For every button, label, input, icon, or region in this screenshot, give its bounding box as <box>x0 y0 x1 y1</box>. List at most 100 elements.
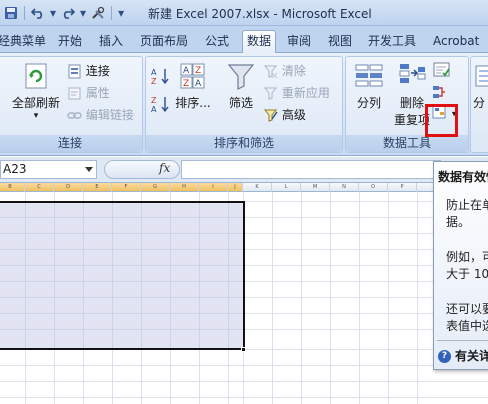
qat-separator <box>24 6 25 20</box>
data-validation-icon <box>433 62 450 77</box>
group-label-sort-filter: 排序和筛选 <box>146 135 342 152</box>
advanced-filter-icon <box>263 109 278 122</box>
save-icon[interactable] <box>2 4 20 22</box>
sort-descending-button[interactable]: ZA <box>150 95 170 113</box>
group-outline: 分 <box>470 56 488 153</box>
tab-view[interactable]: 视图 <box>328 31 352 52</box>
properties-button[interactable]: 属性 <box>67 84 110 101</box>
sort-ascending-button[interactable]: AZ <box>150 67 170 85</box>
grid-line <box>330 192 331 404</box>
column-header[interactable]: B <box>0 183 25 192</box>
refresh-all-button[interactable]: 全部刷新 ▾ <box>8 61 64 121</box>
tooltip-help-text: 有关详 <box>455 349 488 363</box>
advanced-button[interactable]: 高级 <box>263 106 306 123</box>
sort-icon: A ZZ A <box>180 63 205 89</box>
svg-text:A: A <box>195 79 202 89</box>
fill-handle[interactable] <box>241 347 246 352</box>
cell-selection-range[interactable] <box>0 201 245 350</box>
redo-icon[interactable] <box>59 4 77 22</box>
quick-access-toolbar: ▾ ▾ ▾ <box>2 3 126 23</box>
column-header[interactable]: O <box>359 183 388 192</box>
group-icon <box>475 65 488 87</box>
undo-dropdown-icon[interactable]: ▾ <box>48 4 58 22</box>
column-header[interactable]: L <box>272 183 301 192</box>
insert-function-icon[interactable]: fx <box>159 161 170 175</box>
text-to-columns-icon <box>355 64 383 87</box>
consolidate-button[interactable] <box>432 84 448 100</box>
ribbon-tabs: 经典菜单 开始 插入 页面布局 公式 数据 审阅 视图 开发工具 Acrobat <box>0 26 488 53</box>
tooltip-title: 数据有效性 <box>438 170 488 184</box>
tab-home[interactable]: 开始 <box>58 31 82 52</box>
redo-dropdown-icon[interactable]: ▾ <box>78 4 88 22</box>
consolidate-icon <box>433 86 445 98</box>
grid-line <box>388 192 389 404</box>
column-header[interactable]: D <box>54 183 83 192</box>
column-header[interactable]: N <box>330 183 359 192</box>
column-header[interactable]: F <box>112 183 141 192</box>
group-label-data-tools: 数据工具 <box>346 135 468 152</box>
connections-label: 连接 <box>85 64 110 78</box>
column-header[interactable]: J <box>228 183 243 192</box>
group-button[interactable]: 分 <box>473 61 488 111</box>
filter-button[interactable]: 筛选 <box>224 61 258 111</box>
grid-line <box>359 192 360 404</box>
tools-icon[interactable] <box>89 4 107 22</box>
tooltip-text: 大于 10 <box>446 267 488 281</box>
tab-insert[interactable]: 插入 <box>99 31 123 52</box>
sort-ascending-icon: AZ <box>151 68 169 85</box>
clear-label: 清除 <box>281 64 306 78</box>
clear-button[interactable]: 清除 <box>263 62 306 79</box>
svg-text:Z: Z <box>195 66 201 76</box>
tab-page-layout[interactable]: 页面布局 <box>140 31 188 52</box>
tab-developer[interactable]: 开发工具 <box>368 31 416 52</box>
column-header-row: B C D E F G H I J K L M N O P <box>0 183 488 192</box>
tab-data[interactable]: 数据 <box>242 30 277 53</box>
sort-button[interactable]: AZZA 排序... <box>174 61 212 111</box>
column-header[interactable]: G <box>141 183 170 192</box>
chevron-down-icon: ▾ <box>33 111 39 121</box>
remove-duplicates-icon <box>399 64 426 83</box>
name-box[interactable]: A23 <box>0 160 97 179</box>
data-validation-tooltip: 数据有效性 防止在单 据。 例如，可 大于 10 还可以要 表值中选 ? 有关详 <box>433 161 488 370</box>
connections-button[interactable]: 连接 <box>67 62 110 79</box>
column-header[interactable]: E <box>83 183 112 192</box>
group-connections: 全部刷新 ▾ 连接 属性 编辑链接 连接 <box>0 56 143 153</box>
tooltip-help-link[interactable]: ? 有关详 <box>438 347 488 364</box>
help-icon: ? <box>438 350 451 363</box>
column-header[interactable]: M <box>301 183 330 192</box>
sort-descending-icon: ZA <box>151 96 169 113</box>
column-header[interactable]: K <box>243 183 272 192</box>
worksheet-grid[interactable]: B C D E F G H I J K L M N O P <box>0 183 488 404</box>
svg-text:A: A <box>183 66 190 76</box>
data-validation-button[interactable] <box>432 60 452 80</box>
tab-acrobat[interactable]: Acrobat <box>433 31 479 52</box>
text-to-columns-label: 分列 <box>356 96 381 110</box>
svg-text:Z: Z <box>183 79 189 89</box>
filter-icon <box>227 64 255 90</box>
undo-icon[interactable] <box>29 4 47 22</box>
reapply-icon <box>263 87 278 100</box>
column-header[interactable]: P <box>388 183 417 192</box>
tab-classic-menu[interactable]: 经典菜单 <box>0 31 46 52</box>
text-to-columns-button[interactable]: 分列 <box>350 61 388 111</box>
reapply-button[interactable]: 重新应用 <box>263 84 330 101</box>
grid-line <box>272 192 273 404</box>
window-title: 新建 Excel 2007.xlsx - Microsoft Excel <box>148 7 372 21</box>
column-header[interactable]: H <box>170 183 199 192</box>
qat-separator <box>111 6 113 20</box>
column-header[interactable]: C <box>25 183 54 192</box>
tab-review[interactable]: 审阅 <box>287 31 311 52</box>
properties-label: 属性 <box>85 86 110 100</box>
tooltip-text: 例如，可 <box>446 250 488 264</box>
formula-input[interactable] <box>181 160 441 179</box>
reapply-label: 重新应用 <box>281 86 330 100</box>
properties-icon <box>68 87 81 100</box>
ribbon: 全部刷新 ▾ 连接 属性 编辑链接 连接 AZ ZA AZZA 排序... 筛选… <box>0 53 488 156</box>
chevron-down-icon[interactable] <box>85 167 93 172</box>
tooltip-text: 防止在单 <box>446 198 488 212</box>
customize-icon[interactable]: ▾ <box>116 4 126 22</box>
tab-formulas[interactable]: 公式 <box>205 31 229 52</box>
edit-links-button[interactable]: 编辑链接 <box>67 106 134 123</box>
column-header[interactable]: I <box>199 183 228 192</box>
advanced-label: 高级 <box>281 108 306 122</box>
